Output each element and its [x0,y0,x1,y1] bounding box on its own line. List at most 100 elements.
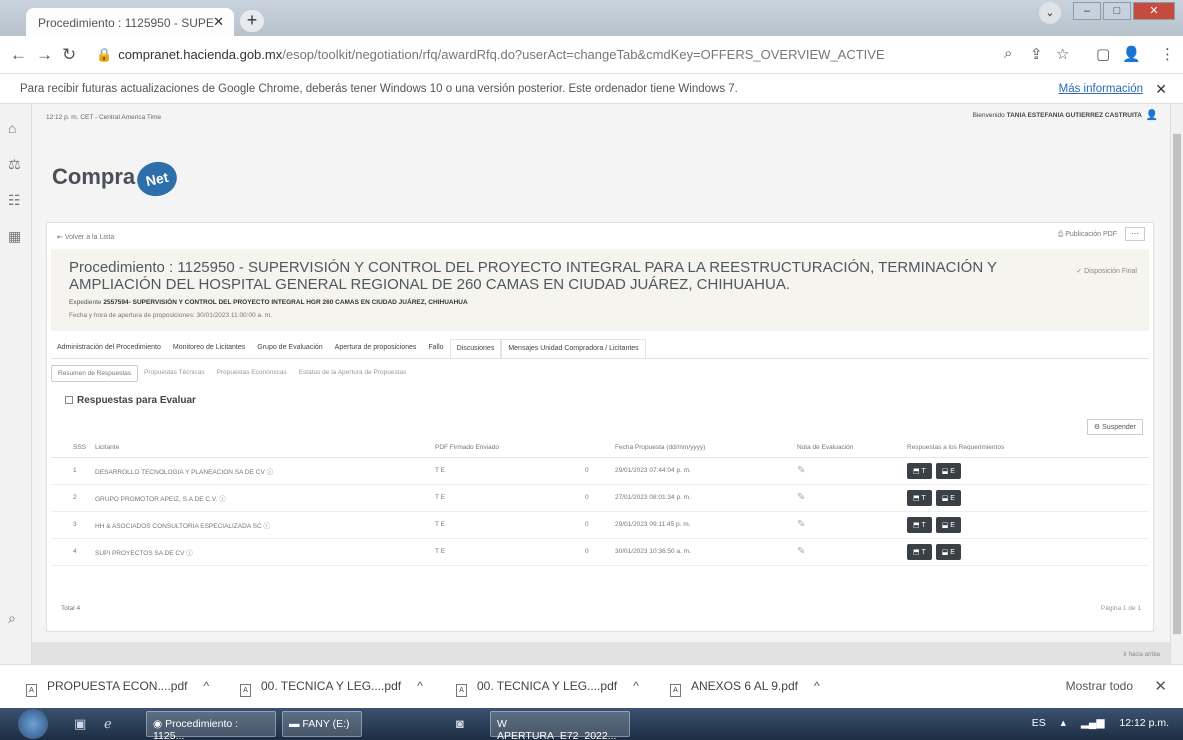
minimize-button[interactable]: – [1073,2,1101,20]
task-chrome[interactable]: ◉ Procedimiento : 1125... [146,711,276,740]
show-all-downloads-button[interactable]: Mostrar todo [1066,679,1133,693]
task-chrome-label: Procedimiento : 1125... [153,718,239,740]
evaluation-note: ✎ [791,511,901,539]
technical-response-button[interactable]: ⬒ T [907,462,932,479]
technical-response-button[interactable]: ⬒ T [907,516,932,533]
system-tray: ES ▴ ▂▄▆ 12:12 p.m. [1020,717,1169,729]
ie-icon[interactable]: ℯ [104,716,112,732]
window-controls: ⌄ – □ ✕ [1039,2,1175,24]
edit-note-icon[interactable]: ✎ [797,519,805,530]
tab-apertura[interactable]: Apertura de proposiciones [329,339,423,359]
people-icon[interactable]: ☷ [8,192,21,209]
column-header[interactable]: PDF Firmado Enviado [429,439,579,458]
vertical-scrollbar[interactable] [1170,104,1183,664]
disposicion-final-link[interactable]: ✓ Disposición Final [1076,267,1137,275]
infobar-close-icon[interactable]: ✕ [1155,81,1167,98]
bidder-name[interactable]: DESARROLLO TECNOLOGIA Y PLANEACION SA DE… [89,457,429,485]
signal-icon[interactable]: ▂▄▆ [1081,717,1105,729]
kebab-menu-icon[interactable]: ⋮ [1160,45,1175,63]
bidder-name[interactable]: GRUPO PROMOTOR APEIZ, S.A DE C.V. ⓘ [89,484,429,512]
back-icon[interactable]: ← [10,45,27,65]
bidder-name[interactable]: HH & ASOCIADOS CONSULTORIA ESPECIALIZADA… [89,511,429,539]
tab-monitoreo[interactable]: Monitoreo de Licitantes [167,339,251,359]
back-to-list-link[interactable]: ⇤ Volver a la Lista [57,233,114,241]
bidder-name[interactable]: SUPI PROYECTOS SA DE CV ⓘ [89,538,429,566]
procedure-tabs: Administración del Procedimiento Monitor… [51,339,1149,359]
home-icon[interactable]: ⌂ [8,120,16,136]
subtab-estatus[interactable]: Estatus de la Apertura de Propuestas [293,365,413,382]
suspender-button[interactable]: ⚙ Suspender [1086,419,1143,435]
media-icon[interactable]: ◙ [456,716,464,731]
chevron-up-icon[interactable]: ^ [814,679,820,693]
edit-note-icon[interactable]: ✎ [797,492,805,503]
subtab-economicas[interactable]: Propuestas Económicas [211,365,293,382]
btn-t-label: T [921,521,926,529]
subtab-resumen[interactable]: Resumen de Respuestas [51,365,138,382]
new-tab-button[interactable]: + [240,10,264,32]
column-header[interactable]: Fecha Propuesta (dd/mm/yyyy) [609,439,791,458]
responses-table: SSS Licitante PDF Firmado Enviado Fecha … [51,439,1149,566]
desktop-icon[interactable]: ▣ [74,716,86,732]
economic-response-button[interactable]: ⬓ E [935,516,961,533]
count-cell: 0 [579,457,609,485]
download-item[interactable]: A 00. TECNICA Y LEG....pdf ^ [240,679,423,697]
tab-fallo[interactable]: Fallo [422,339,449,359]
more-menu-button[interactable]: ··· [1125,227,1145,241]
pagination[interactable]: Página 1 de 1 [1101,605,1141,612]
address-bar[interactable]: 🔒 compranet.hacienda.gob.mx/esop/toolkit/… [96,43,906,67]
task-word[interactable]: W APERTURA_E72_2022... [490,711,630,740]
bidder-name-text: DESARROLLO TECNOLOGIA Y PLANEACION SA DE… [95,468,265,476]
zoom-icon[interactable]: ⌕ [1004,45,1012,62]
bookmark-star-icon[interactable]: ☆ [1056,45,1069,63]
sidepanel-icon[interactable]: ▢ [1096,45,1110,63]
download-item[interactable]: A ANEXOS 6 AL 9.pdf ^ [670,679,820,697]
economic-response-button[interactable]: ⬓ E [935,462,961,479]
chevron-up-icon[interactable]: ^ [203,679,209,693]
task-folder[interactable]: ▬ FANY (E:) [282,711,362,737]
chevron-up-icon[interactable]: ^ [417,679,423,693]
maximize-button[interactable]: □ [1103,2,1131,20]
tray-arrow-icon[interactable]: ▴ [1061,717,1066,729]
documents-icon[interactable]: ▦ [8,228,21,245]
user-icon[interactable]: 👤 [1146,110,1158,121]
economic-response-button[interactable]: ⬓ E [935,489,961,506]
pdf-file-icon: A [456,684,467,697]
publish-pdf-button[interactable]: ⎙ Publicación PDF [1058,231,1117,239]
section-checkbox[interactable] [65,396,73,404]
technical-response-button[interactable]: ⬒ T [907,543,932,560]
window-close-button[interactable]: ✕ [1133,2,1175,20]
start-button[interactable] [18,709,48,739]
sourcing-icon[interactable]: ⚖ [8,156,21,173]
download-item[interactable]: A 00. TECNICA Y LEG....pdf ^ [456,679,639,697]
column-header[interactable]: Licitante [89,439,429,458]
column-header[interactable]: SSS [51,439,89,458]
browser-tab[interactable]: Procedimiento : 1125950 - SUPE ✕ [26,8,234,36]
economic-response-button[interactable]: ⬓ E [935,543,961,560]
technical-response-button[interactable]: ⬒ T [907,489,932,506]
share-icon[interactable]: ⇪ [1030,45,1043,63]
reload-icon[interactable]: ↻ [62,45,76,65]
edit-note-icon[interactable]: ✎ [797,465,805,476]
tab-administracion[interactable]: Administración del Procedimiento [51,339,167,359]
close-downloads-icon[interactable]: ✕ [1154,677,1167,695]
forward-icon[interactable]: → [36,45,53,65]
row-index: 4 [51,538,89,566]
language-indicator[interactable]: ES [1032,717,1046,729]
tab-discusiones[interactable]: Discusiones [449,339,502,359]
clock[interactable]: 12:12 p.m. [1119,717,1169,729]
evaluation-note: ✎ [791,484,901,512]
profile-icon[interactable]: 👤 [1122,45,1141,63]
infobar-more-link[interactable]: Más información [1059,83,1143,95]
search-icon[interactable]: ⌕ [8,610,16,627]
edit-note-icon[interactable]: ✎ [797,546,805,557]
tab-grupo-evaluacion[interactable]: Grupo de Evaluación [251,339,328,359]
scrollbar-thumb[interactable] [1173,134,1181,634]
tab-close-icon[interactable]: ✕ [213,14,224,30]
subtab-tecnicas[interactable]: Propuestas Técnicas [138,365,211,382]
column-header[interactable]: Nota de Evaluación [791,439,901,458]
tab-mensajes[interactable]: Mensajes Unidad Compradora / Licitantes [501,339,646,359]
download-item[interactable]: A PROPUESTA ECON....pdf ^ [26,679,209,697]
profile-menu-icon[interactable]: ⌄ [1039,2,1061,24]
scroll-top-link[interactable]: Ir hacia arriba [1123,652,1160,658]
chevron-up-icon[interactable]: ^ [633,679,639,693]
